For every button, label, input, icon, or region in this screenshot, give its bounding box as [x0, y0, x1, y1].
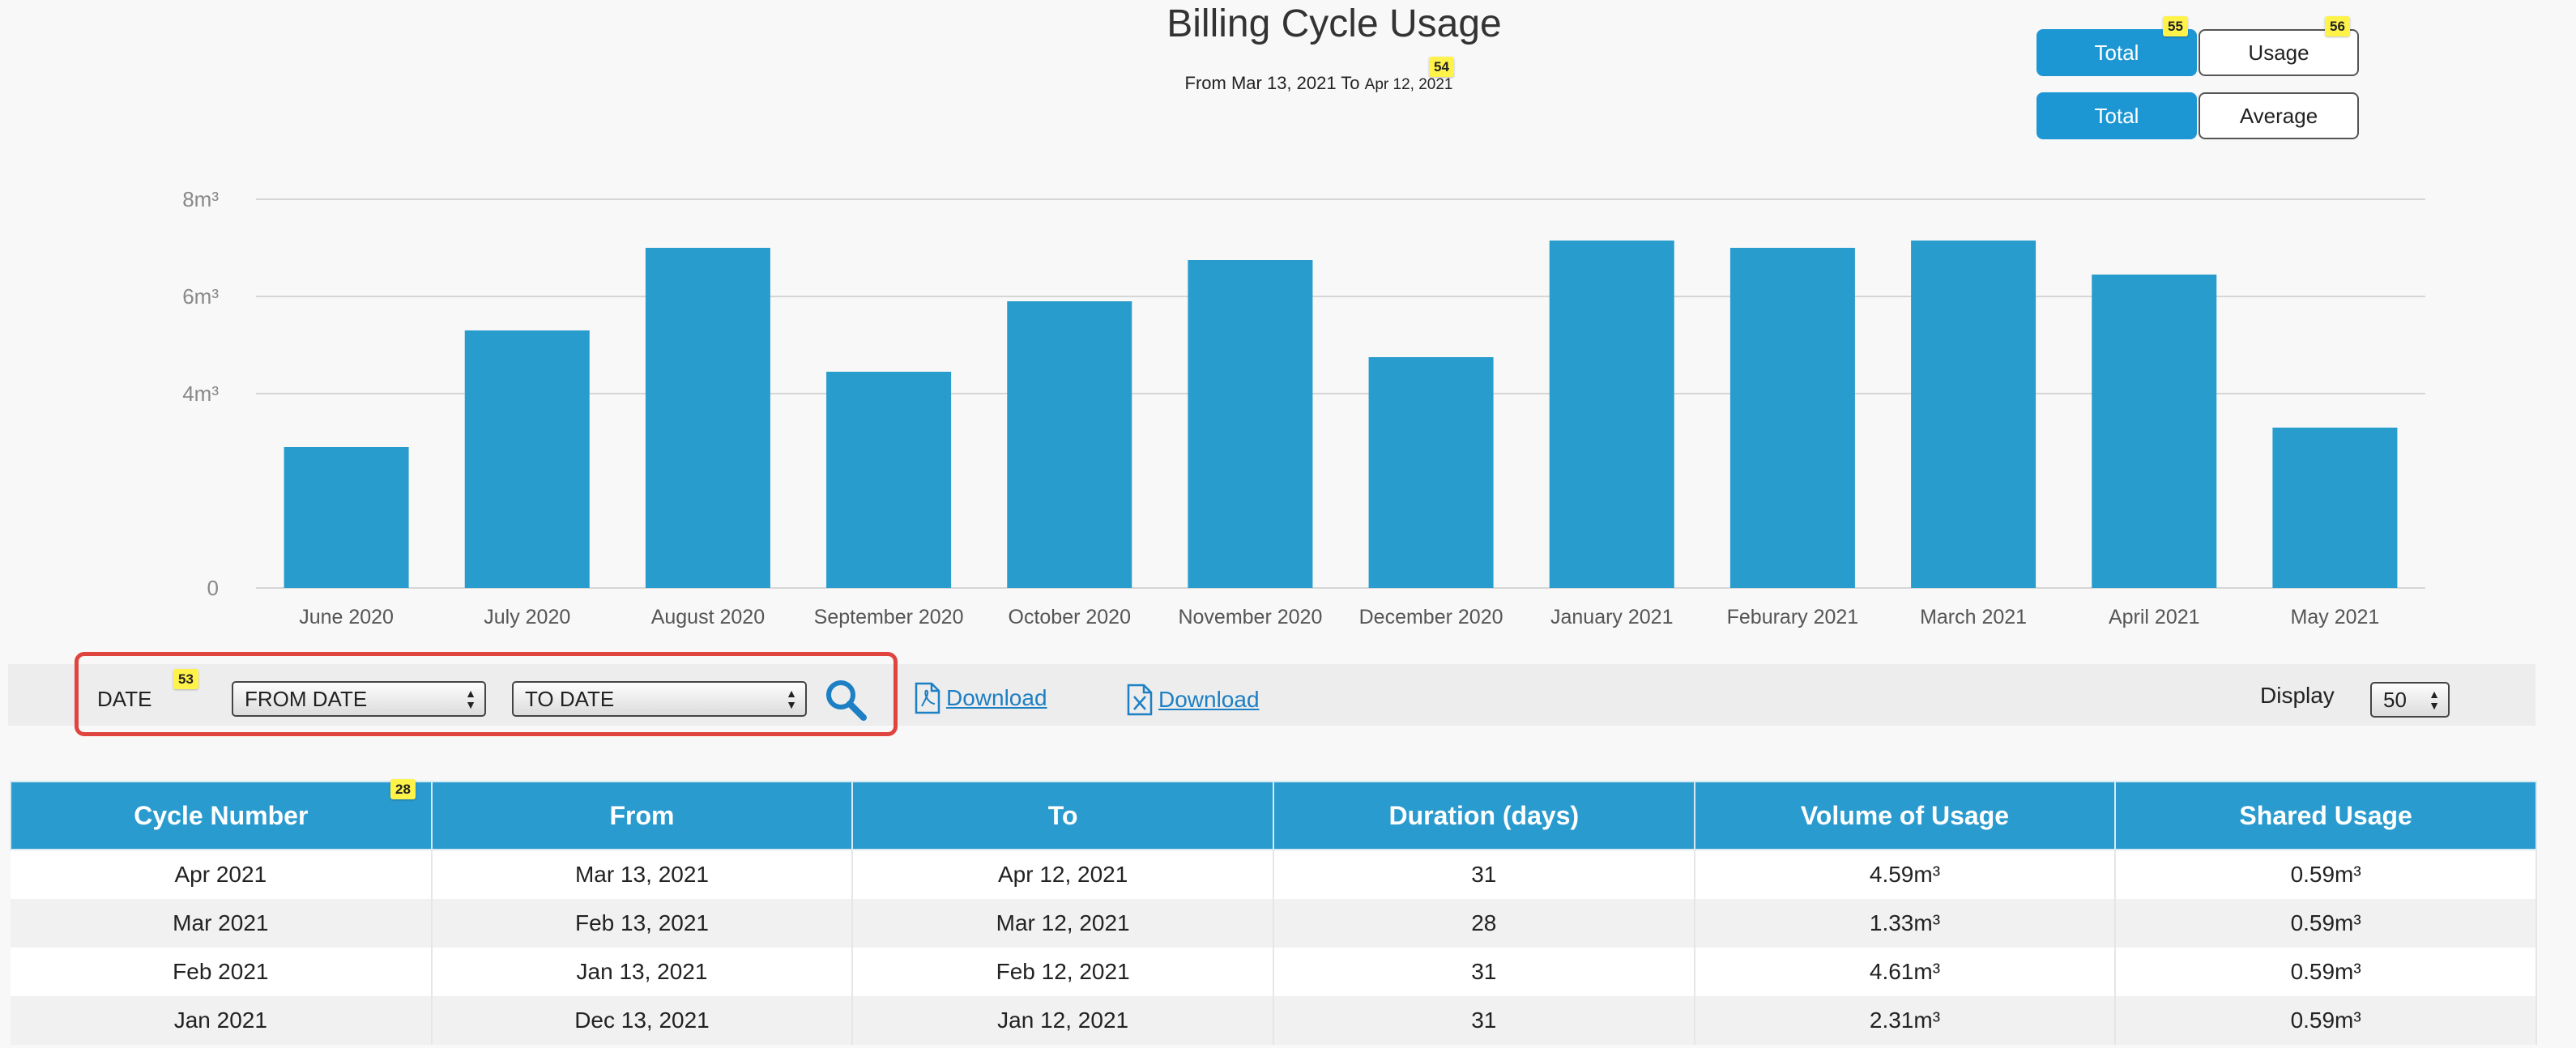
column-header-cycle-number[interactable]: Cycle Number: [10, 781, 433, 850]
table-cell: Mar 13, 2021: [431, 850, 854, 899]
table-cell: Mar 12, 2021: [852, 899, 1274, 948]
table-cell: 0.59m³: [2115, 996, 2537, 1045]
table-row: Feb 2021 Jan 13, 2021 Feb 12, 2021 31 4.…: [11, 948, 2537, 996]
chart-bar[interactable]: [1188, 260, 1313, 588]
table-cell: Jan 13, 2021: [431, 948, 854, 996]
table-cell: 1.33m³: [1694, 899, 2117, 948]
annotation-badge: 53: [173, 669, 198, 689]
table-cell: Jan 12, 2021: [852, 996, 1274, 1045]
download-excel-label: Download: [1158, 687, 1260, 712]
table-cell: 0.59m³: [2115, 948, 2537, 996]
table-cell: 28: [1273, 899, 1695, 948]
billing-cycle-table: Cycle Number From To Duration (days) Vol…: [10, 781, 2537, 1045]
chart-bar[interactable]: [1549, 241, 1674, 588]
table-cell: 31: [1273, 996, 1695, 1045]
table-cell: Feb 12, 2021: [852, 948, 1274, 996]
excel-file-icon: [1126, 684, 1154, 716]
from-date-value: FROM DATE: [245, 686, 368, 711]
x-tick-label: December 2020: [1359, 606, 1503, 628]
y-tick-label: 0: [207, 576, 219, 600]
chart-bar[interactable]: [1729, 248, 1855, 588]
select-arrows-icon: ▲ ▼: [2429, 688, 2440, 712]
table-row: Apr 2021 Mar 13, 2021 Apr 12, 2021 31 4.…: [11, 850, 2537, 899]
search-icon[interactable]: [823, 677, 868, 722]
column-header-to[interactable]: To: [851, 781, 1274, 850]
column-header-from[interactable]: From: [430, 781, 854, 850]
from-date-select[interactable]: FROM DATE ▲ ▼: [232, 681, 486, 717]
select-arrows-icon: ▲ ▼: [786, 687, 797, 711]
table-cell: 4.59m³: [1694, 850, 2117, 899]
download-pdf-label: Download: [946, 685, 1047, 710]
y-tick-label: 4m³: [182, 381, 219, 406]
table-row: Mar 2021 Feb 13, 2021 Mar 12, 2021 28 1.…: [11, 899, 2537, 948]
chart-bar[interactable]: [645, 248, 770, 588]
table-cell: Apr 2021: [11, 850, 433, 899]
annotation-badge: 28: [390, 779, 416, 799]
table-cell: 0.59m³: [2115, 899, 2537, 948]
column-header-volume[interactable]: Volume of Usage: [1693, 781, 2117, 850]
chart-bar[interactable]: [284, 447, 409, 588]
x-tick-label: September 2020: [814, 606, 964, 628]
download-excel-link[interactable]: Download: [1126, 684, 1260, 716]
download-pdf-link[interactable]: Download: [914, 682, 1047, 714]
display-label: Display: [2260, 683, 2335, 708]
table-cell: Feb 2021: [11, 948, 433, 996]
x-tick-label: March 2021: [1920, 606, 2027, 628]
y-tick-label: 6m³: [182, 284, 219, 309]
table-header-row: Cycle Number From To Duration (days) Vol…: [10, 781, 2537, 850]
x-tick-label: August 2020: [651, 606, 765, 628]
chart-bar[interactable]: [1007, 301, 1132, 588]
date-label: DATE: [97, 687, 152, 711]
x-tick-label: April 2021: [2109, 606, 2200, 628]
table-cell: 2.31m³: [1694, 996, 2117, 1045]
chart-bar[interactable]: [1368, 357, 1494, 588]
x-tick-label: July 2020: [484, 606, 570, 628]
column-header-shared-usage[interactable]: Shared Usage: [2114, 781, 2537, 850]
table-cell: Feb 13, 2021: [431, 899, 854, 948]
table-cell: 4.61m³: [1694, 948, 2117, 996]
display-count-value: 50: [2383, 687, 2407, 712]
chart-bar[interactable]: [1911, 241, 2036, 588]
usage-bar-chart: 0 4m³ 6m³ 8m³ June 2020 July 2020 August 2020 S…: [182, 187, 2425, 628]
table-cell: Dec 13, 2021: [431, 996, 854, 1045]
x-tick-label: May 2021: [2291, 606, 2380, 628]
display-count-select[interactable]: 50 ▲ ▼: [2370, 682, 2450, 718]
to-date-value: TO DATE: [525, 686, 615, 711]
table-row: Jan 2021 Dec 13, 2021 Jan 12, 2021 31 2.…: [11, 996, 2537, 1045]
table-cell: Jan 2021: [11, 996, 433, 1045]
table-cell: 31: [1273, 850, 1695, 899]
table-cell: Apr 12, 2021: [852, 850, 1274, 899]
chart-bar[interactable]: [2092, 275, 2217, 588]
x-tick-label: June 2020: [299, 606, 394, 628]
select-arrows-icon: ▲ ▼: [465, 687, 476, 711]
x-tick-label: October 2020: [1009, 606, 1132, 628]
chart-bar[interactable]: [2272, 428, 2398, 588]
table-cell: 0.59m³: [2115, 850, 2537, 899]
x-tick-label: January 2021: [1550, 606, 1674, 628]
chart-bar[interactable]: [464, 330, 590, 588]
y-tick-label: 8m³: [182, 187, 219, 211]
pdf-file-icon: [914, 682, 941, 714]
column-header-duration[interactable]: Duration (days): [1272, 781, 1695, 850]
table-cell: 31: [1273, 948, 1695, 996]
x-tick-label: November 2020: [1178, 606, 1322, 628]
chart-bar[interactable]: [826, 372, 952, 588]
x-tick-label: Feburary 2021: [1727, 606, 1859, 628]
to-date-select[interactable]: TO DATE ▲ ▼: [512, 681, 807, 717]
table-cell: Mar 2021: [11, 899, 433, 948]
